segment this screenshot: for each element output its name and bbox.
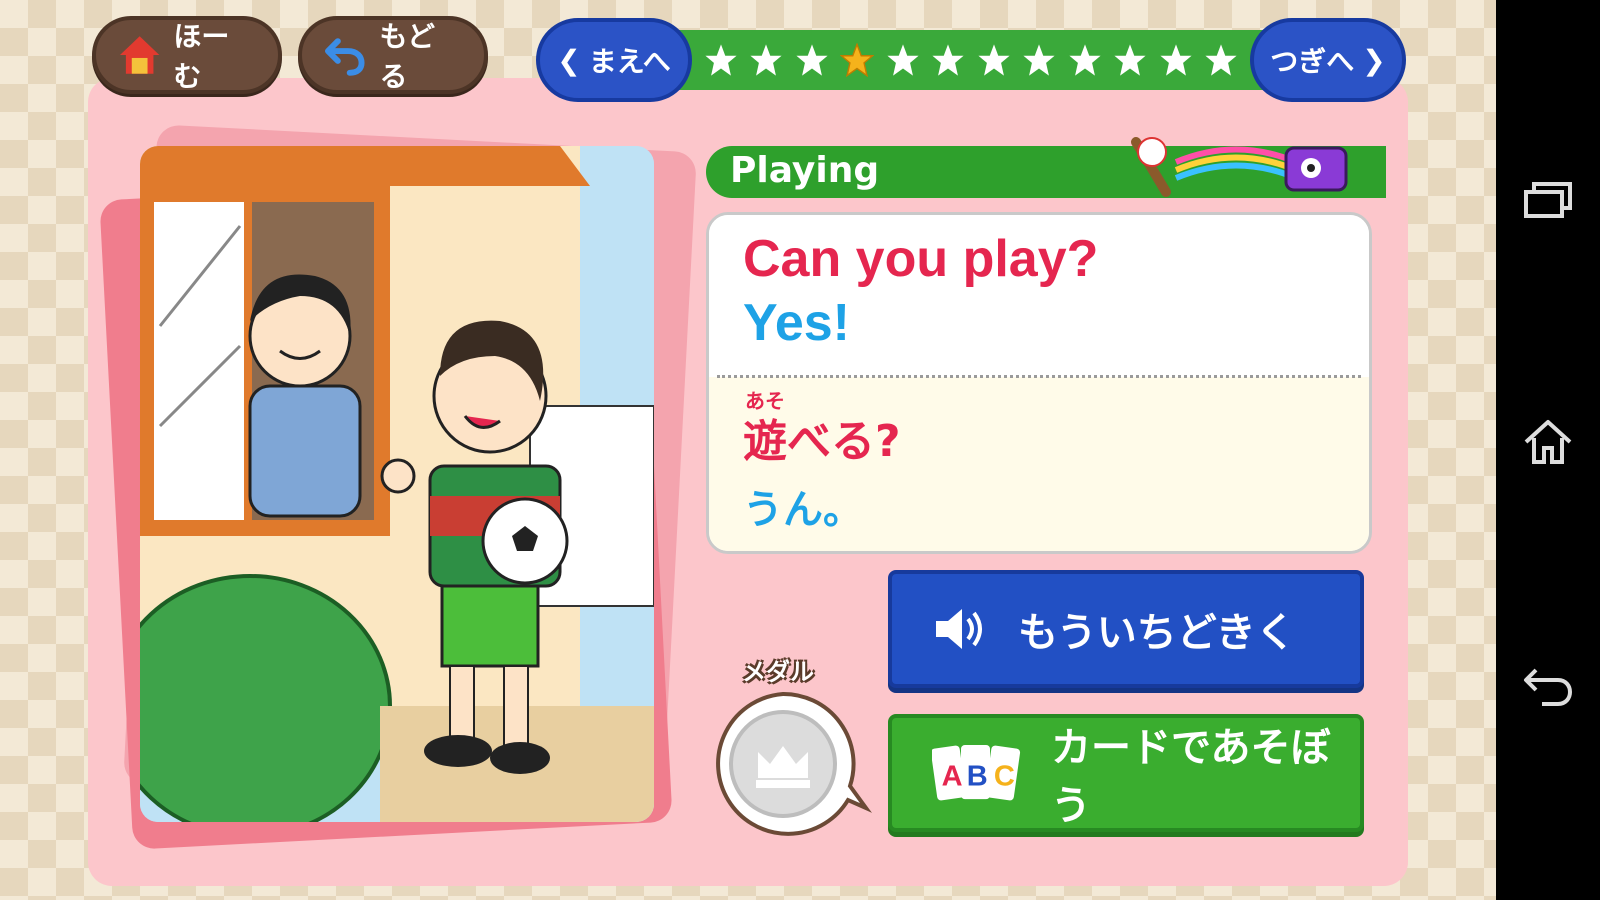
system-home-button[interactable] [1522, 416, 1574, 468]
home-icon [1524, 420, 1572, 464]
step-star[interactable] [1113, 43, 1147, 77]
system-navigation-bar [1496, 0, 1600, 900]
step-star[interactable] [1022, 43, 1056, 77]
step-star[interactable] [1204, 43, 1238, 77]
svg-text:B: B [967, 761, 988, 793]
home-button[interactable]: ほーむ [92, 16, 282, 94]
sentence-card: Can you play? Yes! あそ 遊べる? うん。 [706, 212, 1372, 554]
illustration-frame [140, 146, 654, 822]
back-button-label: もどる [379, 20, 435, 93]
category-label: Playing [730, 150, 880, 191]
listen-again-label: もういちどきく [1018, 610, 1296, 656]
step-star-current[interactable] [840, 43, 875, 77]
step-star[interactable] [1068, 43, 1102, 77]
chevron-left-icon: ❮ [557, 43, 581, 77]
chevron-right-icon: ❯ [1362, 43, 1386, 77]
speaker-icon [936, 609, 982, 649]
house-icon [119, 36, 160, 74]
step-star[interactable] [886, 43, 920, 77]
prev-button-label: まえへ [588, 45, 671, 78]
scene-illustration [99, 124, 697, 850]
step-star[interactable] [931, 43, 965, 77]
english-question: Can you play? [743, 230, 1099, 288]
home-button-label: ほーむ [173, 20, 230, 93]
recent-apps-icon [1524, 182, 1572, 218]
step-star[interactable] [1159, 43, 1193, 77]
back-button[interactable]: もどる [298, 16, 488, 94]
baseball-game-icon [1131, 137, 1348, 197]
system-back-button[interactable] [1522, 660, 1574, 712]
japanese-question: 遊べる? [743, 416, 901, 467]
step-star[interactable] [977, 43, 1011, 77]
svg-text:C: C [994, 761, 1015, 793]
step-star[interactable] [704, 43, 738, 77]
medal-badge: メダル [708, 658, 873, 840]
medal-bubble [716, 691, 873, 836]
back-icon [1524, 668, 1573, 706]
card-game-label: カードであそぼう [1050, 725, 1331, 829]
medal-label: メダル [742, 658, 814, 686]
next-button[interactable]: つぎへ ❯ [1250, 18, 1406, 102]
step-star[interactable] [749, 43, 783, 77]
undo-arrow-icon [324, 38, 365, 76]
listen-again-button[interactable]: もういちどきく [888, 570, 1364, 688]
prev-button[interactable]: ❮ まえへ [536, 18, 692, 102]
japanese-answer: うん。 [743, 487, 863, 533]
abc-cards-icon: A B C [932, 744, 1021, 801]
dotted-divider [717, 375, 1361, 378]
next-button-label: つぎへ [1270, 45, 1355, 78]
svg-text:A: A [942, 761, 963, 793]
step-star[interactable] [795, 43, 829, 77]
app-screen: ほーむ もどる ❮ まえへ つぎへ ❯ Playing Can you play… [0, 0, 1496, 900]
card-game-button[interactable]: A B C カードであそぼう [888, 714, 1364, 832]
english-answer: Yes! [743, 294, 850, 352]
boy-at-window-illustration [140, 146, 654, 822]
step-stars [704, 30, 1238, 90]
category-tag: Playing [706, 137, 1386, 198]
step-progress-bar: ❮ まえへ つぎへ ❯ [536, 18, 1406, 102]
recent-apps-button[interactable] [1522, 174, 1574, 226]
